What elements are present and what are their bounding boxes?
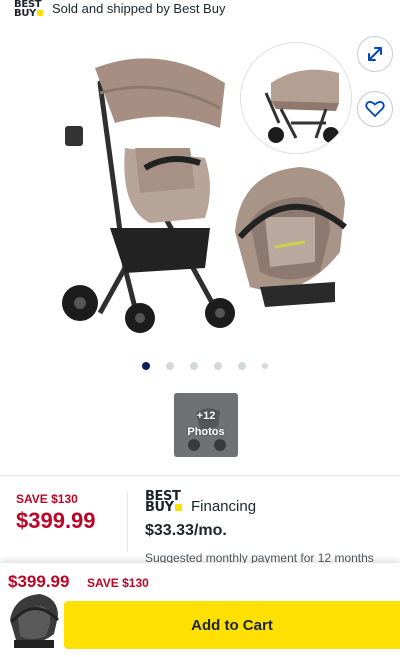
carousel-dot[interactable] bbox=[142, 362, 150, 370]
heart-icon bbox=[365, 101, 385, 117]
sticky-price: $399.99 bbox=[8, 572, 70, 591]
divider bbox=[127, 492, 128, 552]
financing-note: Suggested monthly payment for 12 months bbox=[145, 551, 374, 563]
seller-bar: BEST BUY Sold and shipped by Best Buy bbox=[0, 0, 400, 22]
sticky-savings-badge: SAVE $130 bbox=[87, 576, 149, 590]
more-photos-button[interactable]: +12 Photos bbox=[174, 393, 238, 457]
financing-title[interactable]: Financing bbox=[191, 498, 256, 515]
save-favorite-button[interactable] bbox=[357, 91, 393, 127]
sticky-cart-bar: $399.99 SAVE $130 Add to Cart bbox=[0, 563, 400, 657]
financing-amount: $33.33/mo. bbox=[145, 522, 227, 539]
savings-badge: SAVE $130 bbox=[16, 492, 78, 506]
alternate-view-thumbnail[interactable] bbox=[240, 42, 352, 154]
more-photos-count: +12 bbox=[196, 410, 216, 422]
carousel-dot[interactable] bbox=[214, 362, 222, 370]
add-to-cart-button[interactable]: Add to Cart bbox=[64, 601, 400, 649]
current-price: $399.99 bbox=[16, 508, 96, 533]
carousel-dot[interactable] bbox=[166, 362, 174, 370]
product-main-image[interactable] bbox=[40, 38, 250, 338]
expand-image-button[interactable] bbox=[357, 36, 393, 72]
best-buy-logo: BEST BUY bbox=[145, 489, 182, 515]
carousel-dot[interactable] bbox=[262, 363, 268, 369]
expand-arrows-icon bbox=[368, 47, 382, 61]
carousel-dot[interactable] bbox=[190, 362, 198, 370]
best-buy-logo: BEST BUY bbox=[14, 0, 44, 19]
car-seat-image bbox=[235, 167, 347, 307]
seller-text: Sold and shipped by Best Buy bbox=[52, 1, 226, 16]
sticky-product-thumbnail bbox=[10, 594, 60, 648]
carousel-dots bbox=[142, 362, 268, 370]
more-photos-label: Photos bbox=[187, 426, 225, 438]
divider bbox=[0, 475, 400, 476]
carousel-dot[interactable] bbox=[238, 362, 246, 370]
